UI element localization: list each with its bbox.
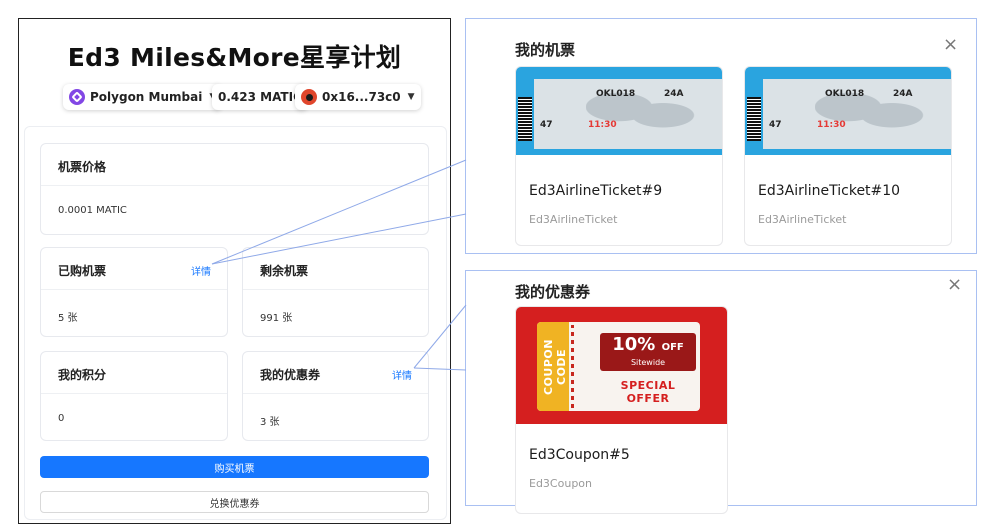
connector-line — [211, 213, 467, 265]
connector-line — [413, 304, 467, 369]
connector-lines — [211, 159, 467, 371]
connector-line — [413, 367, 467, 371]
connector-line — [211, 159, 467, 265]
